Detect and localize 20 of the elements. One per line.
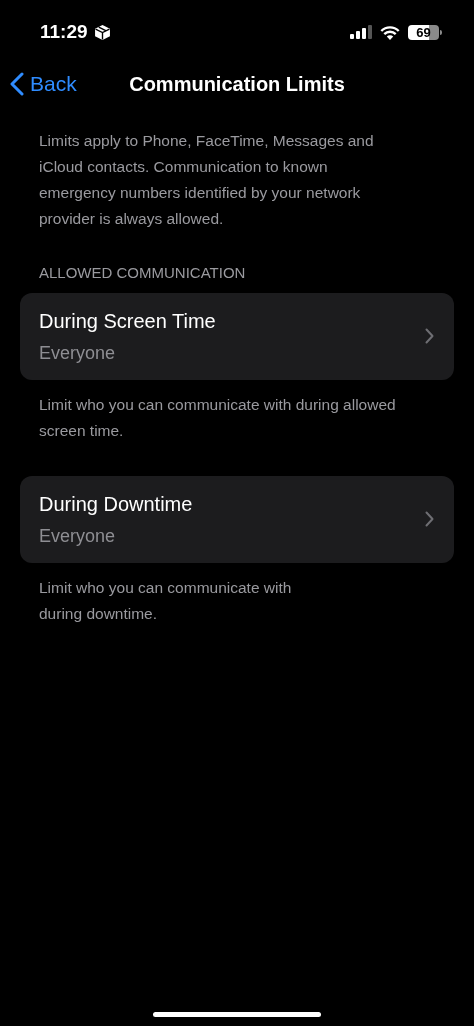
status-time: 11:29 xyxy=(40,19,88,44)
row-value: Everyone xyxy=(39,341,117,365)
row-value: Everyone xyxy=(39,524,117,548)
battery-icon: 69 xyxy=(408,24,442,40)
wifi-icon xyxy=(380,24,400,40)
footer-text: Limit who you can communicate with during allowed screen time. xyxy=(38,394,397,441)
back-button[interactable]: Back xyxy=(10,68,77,100)
row-title: During Screen Time xyxy=(39,308,216,334)
chevron-right-icon xyxy=(425,328,434,344)
settings-row[interactable]: During Downtime Everyone xyxy=(20,475,454,563)
description-text: Limits apply to Phone, FaceTime, Messages and iCloud contacts. Communication to known emergency numbers identified by your network provider is always allowed. xyxy=(38,131,375,229)
row-title: During Downtime xyxy=(39,491,193,517)
page-title: Communication Limits xyxy=(129,72,345,97)
signal-icon xyxy=(350,25,372,39)
section-header: ALLOWED COMMUNICATION xyxy=(38,263,247,283)
footer-text: Limit who you can communicate with during downtime. xyxy=(38,577,293,624)
settings-row[interactable]: During Screen Time Everyone xyxy=(20,292,454,380)
box-icon xyxy=(93,23,111,41)
chevron-left-icon xyxy=(10,72,24,96)
chevron-right-icon xyxy=(425,511,434,527)
